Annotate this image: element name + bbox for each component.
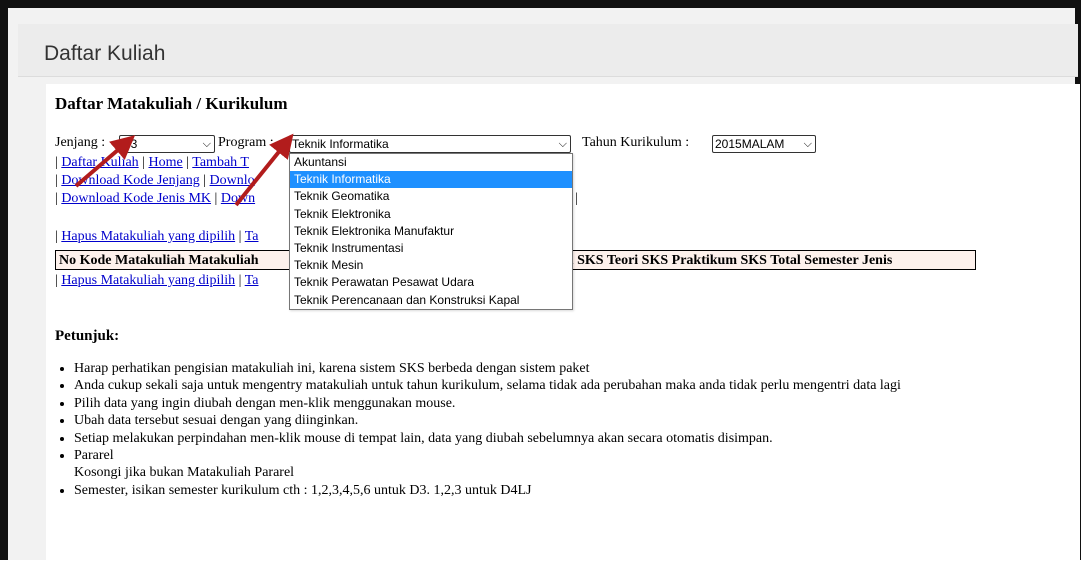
red-arrow-icon	[74, 135, 136, 188]
red-arrow-icon	[234, 133, 294, 207]
annotation-arrows	[74, 133, 294, 207]
